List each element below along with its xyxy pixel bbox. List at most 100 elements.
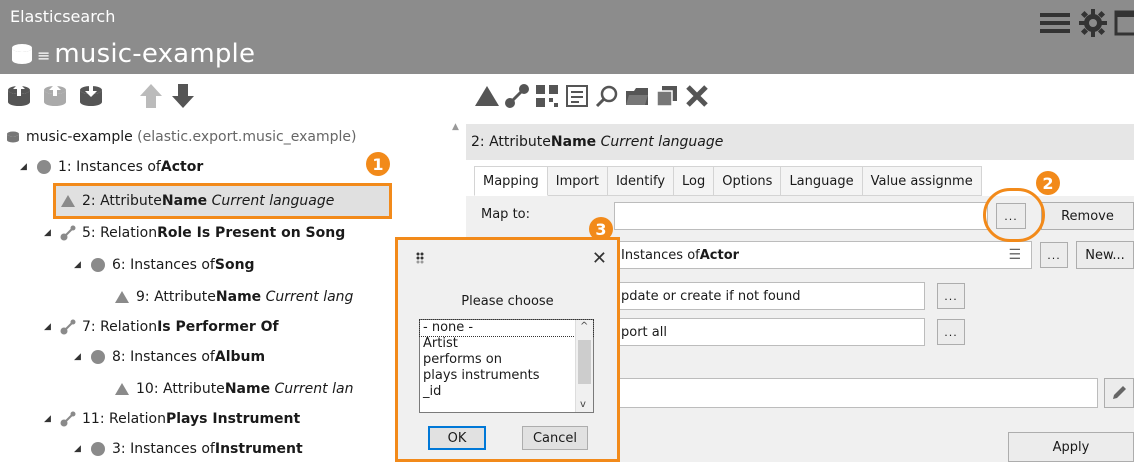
header-tools: [1038, 8, 1134, 38]
tree-root[interactable]: music-example (elastic.export.music_exam…: [6, 122, 356, 152]
db-selector[interactable]: ≡ music-example: [11, 38, 255, 70]
list-option[interactable]: Artist: [420, 336, 593, 352]
scroll-down-icon[interactable]: v: [580, 399, 586, 410]
menu-icon[interactable]: ≡: [37, 46, 50, 65]
scroll-up-icon[interactable]: ^: [580, 321, 588, 332]
tree-row[interactable]: ◢ 1: Instances of Actor: [20, 152, 203, 182]
instances-field[interactable]: Instances of Actor ☰: [614, 241, 1032, 269]
relation-node-icon: [60, 319, 76, 335]
list-option[interactable]: - none -: [419, 319, 594, 337]
value-field[interactable]: [614, 378, 1098, 408]
expand-arrow-icon[interactable]: ◢: [44, 414, 56, 424]
tab-language[interactable]: Language: [781, 166, 863, 196]
triangle-icon[interactable]: [474, 83, 500, 109]
root-sub-label: (elastic.export.music_example): [137, 129, 357, 145]
tree-row[interactable]: ◢ 6: Instances of Song: [74, 250, 255, 280]
row-name: Name: [161, 193, 208, 209]
list-option[interactable]: performs on: [420, 352, 593, 368]
circle-node-icon: [37, 160, 51, 174]
panel-title-name: Name: [550, 134, 597, 150]
move-down-icon[interactable]: [170, 82, 196, 110]
tab-import[interactable]: Import: [547, 166, 608, 196]
list-option[interactable]: _id: [420, 384, 593, 400]
tree-row[interactable]: ◢ 3: Instances of Instrument: [74, 434, 303, 462]
tree-row[interactable]: ◢ 11: Relation Plays Instrument: [44, 404, 300, 434]
expand-arrow-icon[interactable]: ◢: [44, 228, 56, 238]
choose-dialog: ✕ Please choose - none - Artist performs…: [395, 237, 620, 462]
row-name: Instrument: [214, 441, 303, 457]
circle-node-icon: [91, 258, 105, 272]
choice-listbox[interactable]: - none - Artist performs on plays instru…: [419, 319, 594, 413]
scrollbar-thumb[interactable]: [578, 340, 591, 384]
close-icon[interactable]: ✕: [592, 248, 607, 269]
tree-row[interactable]: 10: Attribute Name Current lan: [114, 374, 353, 404]
tab-identify[interactable]: Identify: [607, 166, 675, 196]
row-name: Name: [224, 381, 271, 397]
move-up-icon[interactable]: [138, 82, 164, 110]
db-export-icon[interactable]: [78, 81, 108, 111]
search-icon[interactable]: [594, 83, 620, 109]
map-to-label: Map to:: [481, 207, 530, 222]
update-mode-browse-button[interactable]: ...: [937, 283, 965, 309]
dialog-prompt: Please choose: [461, 294, 554, 309]
map-to-field[interactable]: [614, 202, 988, 230]
instances-browse-button[interactable]: ...: [1040, 242, 1068, 268]
row-prefix: 10: Attribute: [136, 381, 225, 397]
tab-bar: Mapping Import Identify Log Options Lang…: [474, 166, 982, 196]
scroll-up-arrow-icon[interactable]: ▲: [452, 122, 459, 132]
triangle-node-icon: [115, 291, 129, 303]
remove-button[interactable]: Remove: [1041, 202, 1134, 230]
export-mode-browse-button[interactable]: ...: [937, 319, 965, 345]
relation-node-icon: [60, 225, 76, 241]
qr-code-icon[interactable]: [534, 83, 560, 109]
tab-value-assignment[interactable]: Value assignme: [862, 166, 982, 196]
tree-row[interactable]: ◢ 8: Instances of Album: [74, 342, 265, 372]
panel-title-suffix: Current language: [600, 134, 724, 150]
relation-node-icon: [60, 411, 76, 427]
expand-arrow-icon[interactable]: ◢: [20, 162, 32, 172]
relation-icon[interactable]: [504, 83, 530, 109]
panel-title-prefix: 2: Attribute: [471, 134, 551, 150]
tab-log[interactable]: Log: [674, 166, 715, 196]
tree-row[interactable]: ◢ 5: Relation Role Is Present on Song: [44, 218, 345, 248]
list-option[interactable]: plays instruments: [420, 368, 593, 384]
db-import-icon[interactable]: [42, 81, 72, 111]
copy-icon[interactable]: [654, 83, 680, 109]
cancel-button[interactable]: Cancel: [522, 426, 588, 450]
expand-arrow-icon[interactable]: ◢: [44, 322, 56, 332]
tab-mapping[interactable]: Mapping: [474, 166, 548, 196]
mapping-toolbar: [474, 80, 710, 112]
row-prefix: 1: Instances of: [58, 159, 161, 175]
hamburger-icon[interactable]: [1038, 9, 1072, 37]
expand-arrow-icon[interactable]: ◢: [74, 444, 86, 454]
callout-1: 1: [366, 152, 390, 176]
triangle-node-icon: [115, 383, 129, 395]
circle-node-icon: [91, 442, 105, 456]
folder-icon[interactable]: [624, 83, 650, 109]
row-name: Album: [214, 349, 266, 365]
apply-button[interactable]: Apply: [1008, 432, 1134, 462]
window-icon[interactable]: [1114, 9, 1134, 37]
callout-2: 2: [1036, 171, 1060, 195]
export-mode-field[interactable]: port all: [614, 318, 925, 346]
form-icon[interactable]: [564, 83, 590, 109]
row-name: Actor: [160, 159, 204, 175]
new-button[interactable]: New...: [1076, 241, 1134, 269]
tab-options[interactable]: Options: [714, 166, 782, 196]
expand-arrow-icon[interactable]: ◢: [74, 352, 86, 362]
update-mode-field[interactable]: pdate or create if not found: [614, 282, 925, 310]
callout-ring: [983, 188, 1045, 242]
edit-button[interactable]: [1104, 378, 1134, 408]
ok-button[interactable]: OK: [428, 426, 486, 450]
gear-icon[interactable]: [1078, 8, 1108, 38]
row-prefix: 7: Relation: [82, 319, 158, 335]
tree-row[interactable]: ◢ 7: Relation Is Performer Of: [44, 312, 279, 342]
list-icon[interactable]: ☰: [1008, 247, 1021, 263]
listbox-scrollbar[interactable]: ^ v: [575, 320, 593, 412]
tree-row[interactable]: 9: Attribute Name Current lang: [114, 282, 353, 312]
tree-row-selected[interactable]: 2: Attribute Name Current language: [53, 183, 392, 219]
delete-icon[interactable]: [684, 83, 710, 109]
instances-prefix: Instances of: [621, 247, 700, 263]
expand-arrow-icon[interactable]: ◢: [74, 260, 86, 270]
db-up-icon[interactable]: [6, 81, 36, 111]
